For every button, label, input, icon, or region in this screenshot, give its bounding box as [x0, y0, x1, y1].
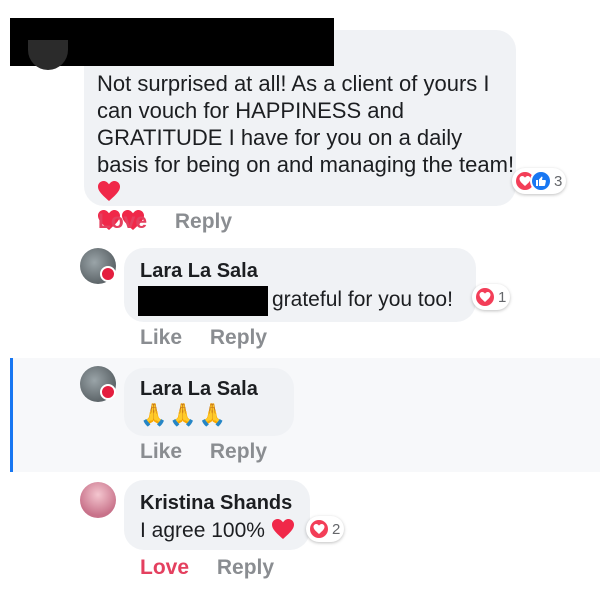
comment-actions: Love Reply: [98, 210, 232, 234]
like-action[interactable]: Like: [140, 440, 182, 464]
profile-badge-icon: [100, 266, 116, 282]
pray-emoji: 🙏🙏🙏: [140, 402, 229, 427]
avatar[interactable]: [80, 482, 116, 518]
reaction-summary[interactable]: 3: [512, 168, 567, 194]
author-name[interactable]: Lara La Sala: [140, 378, 258, 401]
reply-text: I agree 100%: [140, 518, 295, 543]
reply-actions: Like Reply: [140, 440, 267, 464]
love-action[interactable]: Love: [140, 556, 189, 580]
reaction-count: 3: [554, 172, 563, 190]
reaction-summary[interactable]: 1: [472, 284, 511, 310]
reaction-summary[interactable]: 2: [306, 516, 345, 542]
reaction-count: 2: [332, 520, 341, 538]
reaction-count: 1: [498, 288, 507, 306]
reply-body: I agree 100%: [140, 519, 265, 542]
like-reaction-icon: [530, 170, 552, 192]
highlight-indicator: [10, 358, 13, 472]
reply-text: grateful for you too!: [272, 288, 453, 311]
redacted-text: [138, 286, 268, 316]
profile-badge-icon: [100, 384, 116, 400]
heart-icon: [271, 518, 295, 540]
comment-body: Not surprised at all! As a client of you…: [97, 71, 515, 177]
reply-action[interactable]: Reply: [175, 210, 232, 234]
reply-action[interactable]: Reply: [217, 556, 274, 580]
love-action[interactable]: Love: [98, 210, 147, 234]
love-reaction-icon: [474, 286, 496, 308]
reply-action[interactable]: Reply: [210, 326, 267, 350]
reply-actions: Love Reply: [140, 556, 274, 580]
reply-action[interactable]: Reply: [210, 440, 267, 464]
author-name[interactable]: Kristina Shands: [140, 492, 292, 515]
reply-actions: Like Reply: [140, 326, 267, 350]
love-reaction-icon: [308, 518, 330, 540]
heart-icon: [97, 180, 121, 202]
like-action[interactable]: Like: [140, 326, 182, 350]
author-name[interactable]: Lara La Sala: [140, 260, 258, 283]
